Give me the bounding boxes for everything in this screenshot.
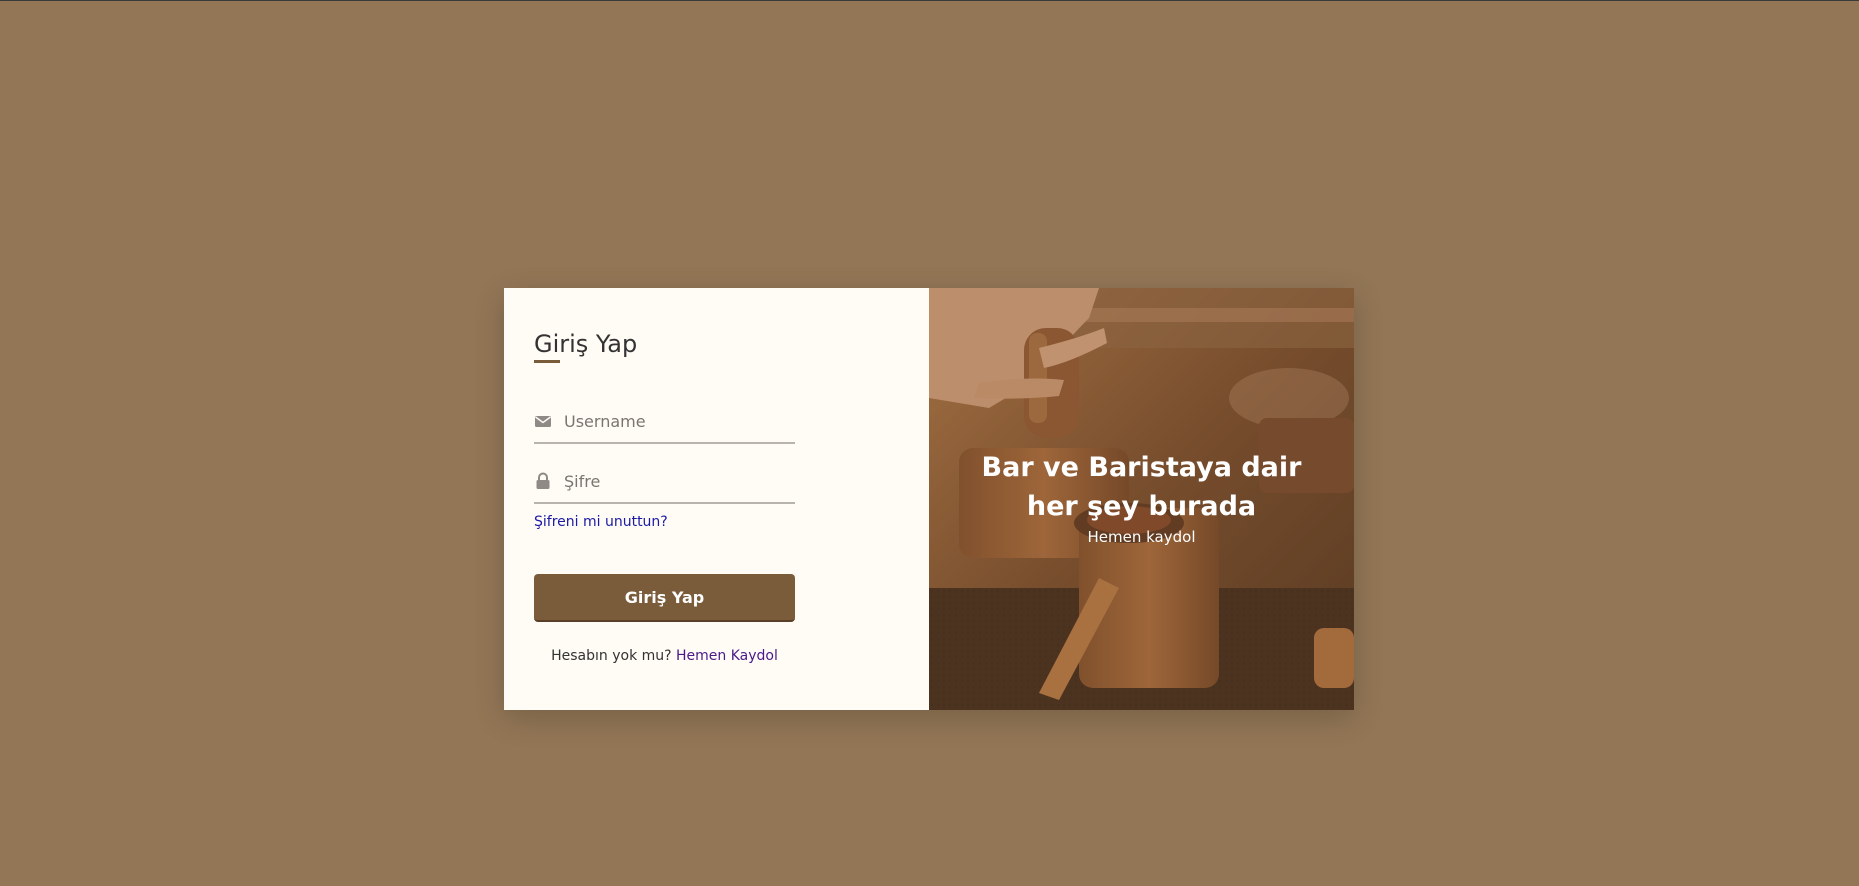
signup-prompt-text: Hesabın yok mu? <box>551 648 672 664</box>
hero-panel: Bar ve Baristaya dair her şey burada Hem… <box>929 288 1354 710</box>
password-field <box>534 462 795 504</box>
hero-subtitle: Hemen kaydol <box>1087 528 1196 546</box>
forgot-password-link[interactable]: Şifreni mi unuttun? <box>534 514 668 530</box>
signup-prompt-line: Hesabın yok mu? Hemen Kaydol <box>534 648 795 664</box>
password-input[interactable] <box>564 462 789 500</box>
hero-title-line2: her şey burada <box>1026 491 1257 522</box>
signup-link[interactable]: Hemen Kaydol <box>676 648 778 664</box>
login-panel: Giriş Yap Şifreni mi unuttun? Giriş Yap … <box>504 288 929 710</box>
top-border <box>0 0 1859 1</box>
hero-title: Bar ve Baristaya dair her şey burada <box>929 448 1354 526</box>
hero-title-line1: Bar ve Baristaya dair <box>981 452 1302 483</box>
envelope-icon <box>535 416 551 427</box>
username-field <box>534 402 795 444</box>
username-input[interactable] <box>564 402 789 440</box>
login-button[interactable]: Giriş Yap <box>534 574 795 622</box>
login-card: Giriş Yap Şifreni mi unuttun? Giriş Yap … <box>504 288 1354 710</box>
title-underline <box>534 360 560 363</box>
lock-icon <box>536 472 550 489</box>
login-title: Giriş Yap <box>534 330 638 358</box>
